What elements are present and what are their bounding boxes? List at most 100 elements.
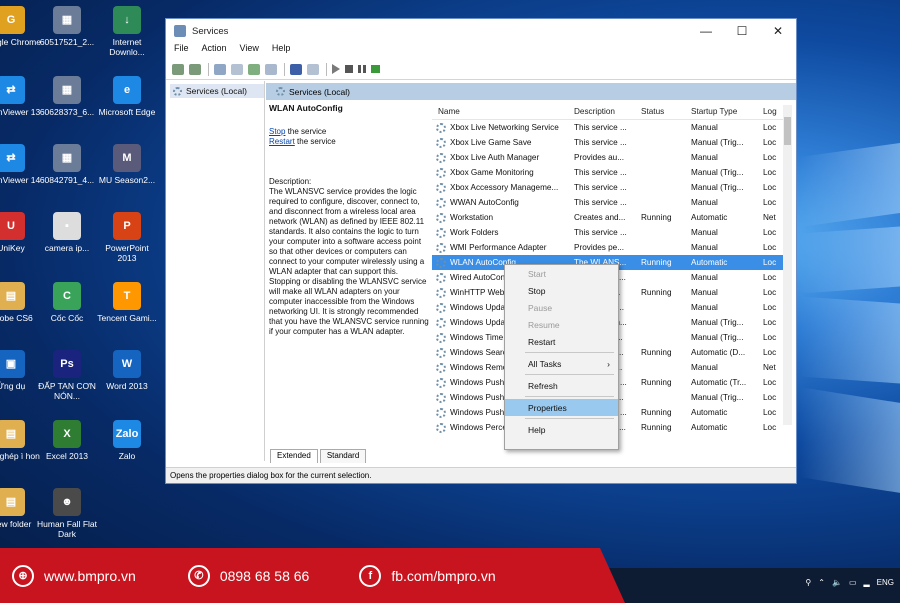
stop-service-link[interactable]: Stop	[269, 127, 285, 136]
volume-icon[interactable]: 🔈	[832, 578, 842, 587]
tree-node-services-local[interactable]: Services (Local)	[170, 84, 264, 98]
refresh-icon[interactable]	[248, 63, 260, 75]
close-button[interactable]: ✕	[760, 24, 796, 38]
desktop-icon-label: camera ip...	[44, 243, 90, 253]
menu-item-label: Properties	[528, 402, 567, 413]
chevron-up-icon[interactable]: ⌃	[818, 578, 825, 587]
tab-extended[interactable]: Extended	[270, 449, 318, 463]
desktop-icon[interactable]: W Word 2013	[96, 350, 158, 391]
banner-phone[interactable]: ✆ 0898 68 58 66	[187, 564, 310, 587]
column-startup-type[interactable]: Startup Type	[691, 107, 763, 116]
people-icon[interactable]: ⚲	[805, 578, 811, 587]
minimize-button[interactable]: —	[688, 24, 724, 38]
maximize-button[interactable]: ☐	[724, 24, 760, 38]
forward-arrow-icon[interactable]	[189, 63, 201, 75]
desktop-icon[interactable]: ▦ 60842791_4...	[36, 144, 98, 185]
service-name: Xbox Live Game Save	[450, 138, 532, 147]
desktop-icon[interactable]: ▦ 60517521_2...	[36, 6, 98, 47]
context-menu-item-properties[interactable]: Properties	[505, 399, 618, 416]
vertical-scrollbar[interactable]	[783, 105, 792, 425]
banner-facebook[interactable]: f fb.com/bmpro.vn	[359, 564, 496, 587]
table-row[interactable]: WWAN AutoConfig This service ... Manual Loc	[432, 195, 792, 210]
table-row[interactable]: Xbox Accessory Manageme... This service .…	[432, 180, 792, 195]
service-description: This service ...	[574, 198, 627, 207]
service-status: Running	[641, 288, 672, 297]
context-menu-item-stop[interactable]: Stop	[505, 282, 618, 299]
desktop-icon[interactable]: Zalo Zalo	[96, 420, 158, 461]
menu-help[interactable]: Help	[272, 43, 291, 59]
table-row[interactable]: Xbox Game Monitoring This service ... Manu…	[432, 165, 792, 180]
desktop-icon-label: Human Fall Flat Dark	[37, 519, 97, 539]
service-name: Xbox Live Auth Manager	[450, 153, 540, 162]
service-startup-type: Manual	[691, 123, 718, 132]
details-icon[interactable]	[231, 63, 243, 75]
menu-item-label: Restart	[528, 336, 556, 347]
desktop-icon[interactable]: e Microsoft Edge	[96, 76, 158, 117]
app-icon: ▣	[0, 350, 25, 378]
column-description[interactable]: Description	[574, 107, 641, 116]
banner-website[interactable]: ⊕ www.bmpro.vn	[12, 564, 136, 587]
app-icon: ▦	[53, 144, 81, 172]
context-menu: Start Stop Pause Resume Restart All Tasks › Ref…	[504, 264, 619, 450]
menu-item-label: Refresh	[528, 380, 558, 391]
desktop-icon[interactable]: ▪ camera ip...	[36, 212, 98, 253]
context-menu-item-start: Start	[505, 265, 618, 282]
menu-action[interactable]: Action	[202, 43, 227, 59]
service-name-cell: Xbox Live Game Save	[432, 137, 574, 148]
menu-file[interactable]: File	[174, 43, 189, 59]
app-icon: X	[53, 420, 81, 448]
service-log-on: Loc	[763, 243, 777, 252]
column-log-on-as[interactable]: Log	[763, 107, 783, 116]
help-book-icon[interactable]	[290, 63, 302, 75]
service-log-on: Loc	[763, 408, 777, 417]
table-row[interactable]: Work Folders This service ... Manual Loc	[432, 225, 792, 240]
service-log-on: Loc	[763, 123, 777, 132]
desktop-icon[interactable]: C Cốc Cốc	[36, 282, 98, 323]
desktop-icon[interactable]: ↓ Internet Downlo...	[96, 6, 158, 57]
back-arrow-icon[interactable]	[172, 63, 184, 75]
context-menu-item-restart[interactable]: Restart	[505, 333, 618, 350]
context-menu-item-all-tasks[interactable]: All Tasks ›	[505, 355, 618, 372]
desktop-icon[interactable]: ☻ Human Fall Flat Dark	[36, 488, 98, 539]
desktop-icon[interactable]: P PowerPoint 2013	[96, 212, 158, 263]
battery-icon[interactable]: ▭	[849, 578, 857, 587]
properties-icon[interactable]	[307, 63, 319, 75]
table-row[interactable]: Workstation Creates and... Running Automati…	[432, 210, 792, 225]
restart-service-link[interactable]: Restart	[269, 137, 295, 146]
table-row[interactable]: WMI Performance Adapter Provides pe... Man…	[432, 240, 792, 255]
desktop-icon[interactable]: X Excel 2013	[36, 420, 98, 461]
services-window[interactable]: Services — ☐ ✕ File Action View Help Ser…	[165, 18, 797, 484]
show-tree-icon[interactable]	[214, 63, 226, 75]
phone-text: 0898 68 58 66	[219, 567, 310, 584]
desktop-icon[interactable]: M MU Season2...	[96, 144, 158, 185]
column-status[interactable]: Status	[641, 107, 691, 116]
tab-standard[interactable]: Standard	[319, 449, 367, 463]
title-bar[interactable]: Services — ☐ ✕	[166, 19, 796, 43]
service-name: WMI Performance Adapter	[450, 243, 547, 252]
restart-service-icon[interactable]	[371, 65, 380, 73]
service-log-on: Loc	[763, 288, 777, 297]
context-menu-item-refresh[interactable]: Refresh	[505, 377, 618, 394]
table-row[interactable]: Xbox Live Game Save This service ... Manua…	[432, 135, 792, 150]
desktop-icon[interactable]: Ps ĐẤP TAN CƠN NÓN...	[36, 350, 98, 401]
pause-service-icon[interactable]	[358, 65, 366, 73]
toolbar	[166, 59, 796, 80]
wallpaper-pane	[800, 296, 900, 384]
column-name[interactable]: Name	[432, 107, 574, 116]
menu-view[interactable]: View	[240, 43, 259, 59]
context-menu-item-help[interactable]: Help	[505, 421, 618, 438]
app-icon: ▪	[53, 212, 81, 240]
service-startup-type: Manual (Trig...	[691, 183, 744, 192]
table-row[interactable]: Xbox Live Auth Manager Provides au... Manu…	[432, 150, 792, 165]
desktop-icon[interactable]: T Tencent Gami...	[96, 282, 158, 323]
network-icon[interactable]: ▂	[864, 578, 870, 587]
start-service-icon[interactable]	[332, 64, 340, 74]
service-status: Running	[641, 258, 672, 267]
desktop-icon[interactable]: ▦ 60628373_6...	[36, 76, 98, 117]
export-list-icon[interactable]	[265, 63, 277, 75]
table-row[interactable]: Xbox Live Networking Service This service…	[432, 120, 792, 135]
service-status: Running	[641, 408, 672, 417]
stop-service-icon[interactable]	[345, 65, 353, 73]
language-indicator[interactable]: ENG	[877, 578, 894, 587]
scrollbar-thumb[interactable]	[784, 117, 791, 145]
